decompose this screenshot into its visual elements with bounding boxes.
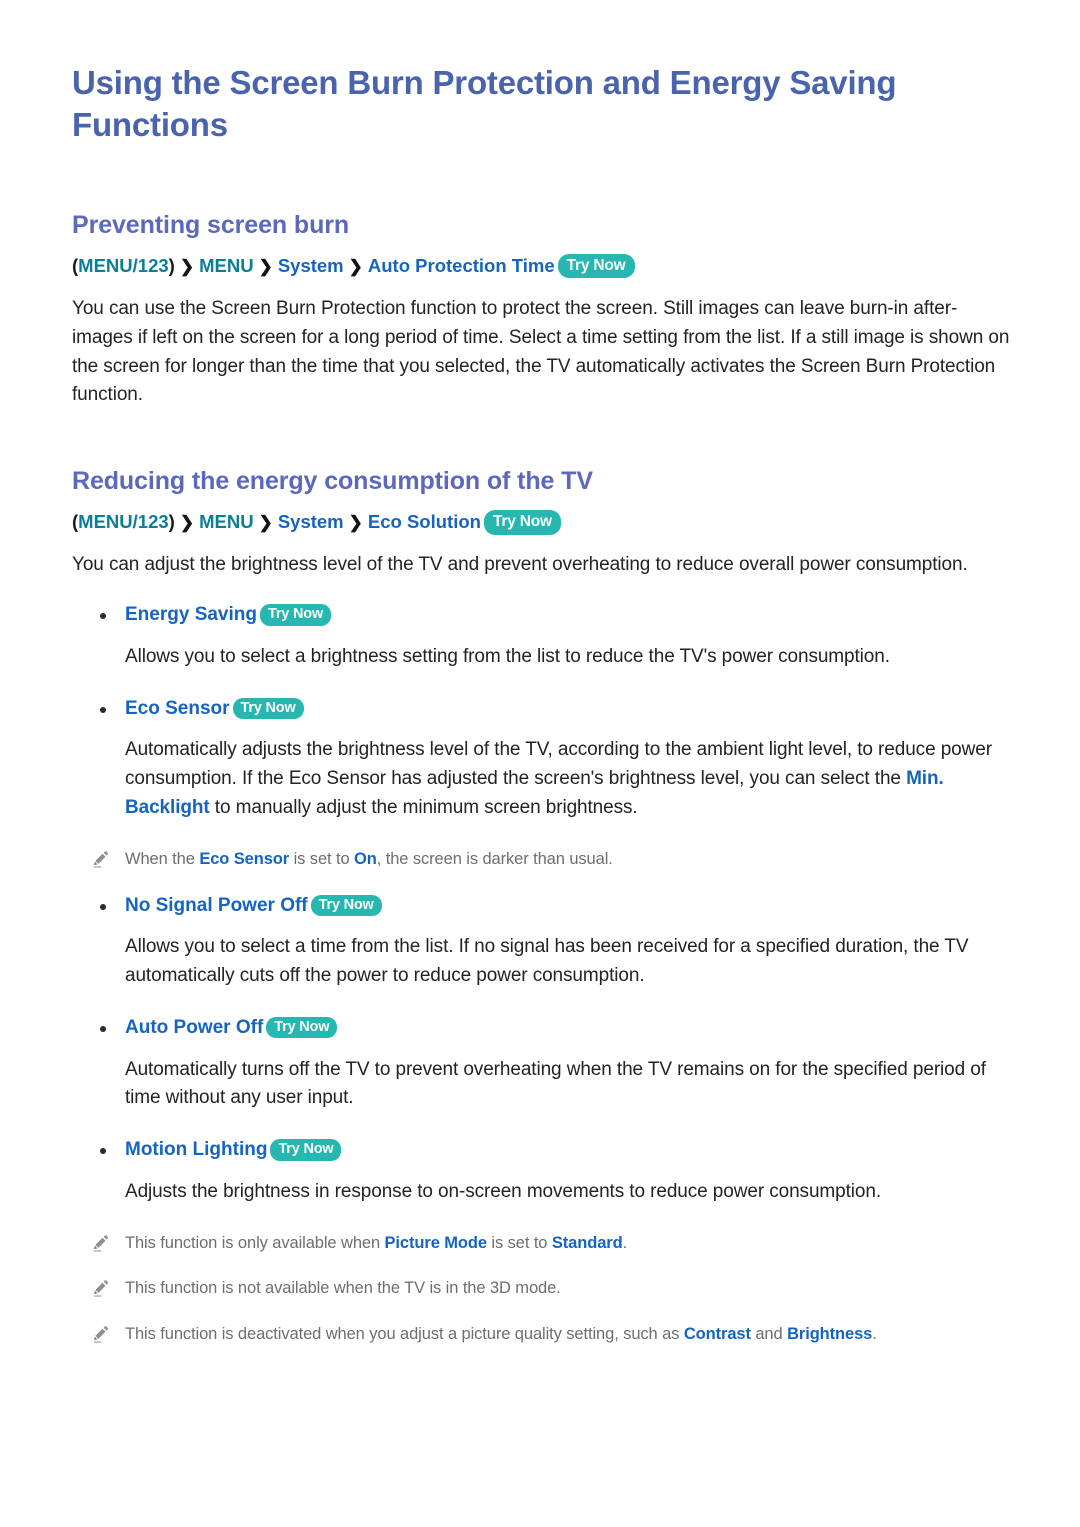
breadcrumb-separator-icon: ❯ bbox=[258, 513, 273, 533]
try-now-badge[interactable]: Try Now bbox=[270, 1139, 342, 1161]
inline-link[interactable]: On bbox=[354, 850, 377, 868]
breadcrumb-target[interactable]: Eco Solution bbox=[368, 511, 481, 532]
try-now-badge[interactable]: Try Now bbox=[483, 510, 561, 535]
text-run: to manually adjust the minimum screen br… bbox=[209, 796, 638, 818]
note-group: This function is only available when Pic… bbox=[72, 1231, 1018, 1347]
note: This function is not available when the … bbox=[72, 1276, 1018, 1301]
list-item: Motion Lighting Try Now Adjusts the bright… bbox=[72, 1137, 1018, 1347]
text-run: . bbox=[872, 1325, 877, 1344]
list-item: Eco Sensor Try Now Automatically adjusts t… bbox=[72, 696, 1018, 872]
feature-label[interactable]: Motion Lighting bbox=[125, 1139, 267, 1160]
try-now-badge[interactable]: Try Now bbox=[310, 894, 382, 917]
list-item: Auto Power Off Try Now Automatically turns… bbox=[72, 1015, 1018, 1113]
text-run: This function is not available when the … bbox=[125, 1279, 561, 1298]
feature-name[interactable]: Motion Lighting Try Now bbox=[72, 1137, 1018, 1164]
inline-link[interactable]: Eco Sensor bbox=[199, 850, 289, 868]
section-heading: Preventing screen burn bbox=[72, 210, 350, 239]
bullet-dot-icon bbox=[100, 1025, 106, 1032]
text-run: , the screen is darker than usual. bbox=[376, 849, 613, 868]
note: This function is deactivated when you ad… bbox=[72, 1322, 1018, 1347]
feature-name[interactable]: No Signal Power Off Try Now bbox=[72, 893, 1018, 920]
text-run: is set to bbox=[289, 849, 355, 868]
text-run: and bbox=[750, 1325, 788, 1344]
bullet-dot-icon bbox=[100, 706, 106, 713]
bullet-dot-icon bbox=[100, 903, 106, 910]
feature-name[interactable]: Eco Sensor Try Now bbox=[72, 696, 1018, 723]
section-paragraph: You can use the Screen Burn Protection f… bbox=[72, 297, 1010, 406]
feature-name[interactable]: Energy Saving Try Now bbox=[72, 602, 1018, 629]
text-run: . bbox=[622, 1233, 628, 1252]
feature-description: Adjusts the brightness in response to on… bbox=[72, 1178, 1018, 1207]
breadcrumb-item-menu[interactable]: MENU bbox=[199, 511, 253, 532]
feature-label[interactable]: Auto Power Off bbox=[125, 1017, 263, 1038]
breadcrumb-close-paren: ) bbox=[168, 254, 175, 276]
text-run: Automatically turns off the TV to preven… bbox=[125, 1058, 986, 1109]
inline-link[interactable]: Standard bbox=[552, 1234, 623, 1252]
feature-description: Automatically turns off the TV to preven… bbox=[72, 1056, 1018, 1114]
feature-label[interactable]: No Signal Power Off bbox=[125, 895, 308, 916]
text-run: is set to bbox=[486, 1233, 552, 1252]
breadcrumb-separator-icon: ❯ bbox=[258, 256, 273, 276]
try-now-badge[interactable]: Try Now bbox=[260, 604, 331, 626]
text-run: Automatically adjusts the brightness lev… bbox=[125, 739, 992, 790]
breadcrumb-separator-icon: ❯ bbox=[348, 256, 363, 276]
feature-description: Allows you to select a brightness settin… bbox=[72, 643, 1018, 672]
pencil-icon bbox=[92, 849, 112, 869]
pencil-icon bbox=[92, 1324, 112, 1344]
pencil-icon bbox=[92, 1278, 112, 1298]
bullet-dot-icon bbox=[100, 1148, 106, 1155]
breadcrumb-item-system[interactable]: System bbox=[278, 511, 344, 532]
breadcrumb: (MENU/123) ❯ MENU ❯ System ❯ Eco Solution Try N… bbox=[72, 510, 1018, 535]
list-item: No Signal Power Off Try Now Allows you to … bbox=[72, 893, 1018, 991]
inline-link[interactable]: Contrast bbox=[684, 1325, 751, 1343]
inline-link[interactable]: Brightness bbox=[787, 1325, 872, 1343]
feature-name[interactable]: Auto Power Off Try Now bbox=[72, 1015, 1018, 1042]
list-item: Energy Saving Try Now Allows you to select… bbox=[72, 602, 1018, 671]
feature-description: Automatically adjusts the brightness lev… bbox=[72, 736, 1018, 823]
text-run: This function is deactivated when you ad… bbox=[125, 1325, 684, 1344]
text-run: Adjusts the brightness in response to on… bbox=[125, 1180, 882, 1202]
breadcrumb-target[interactable]: Auto Protection Time bbox=[368, 255, 555, 276]
section-reducing-energy-consumption: Reducing the energy consumption of the T… bbox=[72, 466, 1018, 1347]
page-title: Using the Screen Burn Protection and Ene… bbox=[72, 64, 897, 143]
section-preventing-screen-burn: Preventing screen burn (MENU/123) ❯ MENU ❯ S… bbox=[72, 210, 1018, 410]
breadcrumb-separator-icon: ❯ bbox=[179, 256, 195, 276]
text-run: Allows you to select a time from the lis… bbox=[125, 936, 969, 987]
pencil-icon bbox=[92, 1233, 112, 1253]
section-paragraph: You can adjust the brightness level of t… bbox=[72, 554, 968, 576]
document-page: Using the Screen Burn Protection and Ene… bbox=[0, 0, 1080, 1527]
breadcrumb-item-menu[interactable]: MENU bbox=[199, 255, 253, 276]
try-now-badge[interactable]: Try Now bbox=[557, 253, 635, 279]
breadcrumb-item-system[interactable]: System bbox=[278, 255, 344, 276]
feature-description: Allows you to select a time from the lis… bbox=[72, 933, 1018, 991]
breadcrumb-root[interactable]: MENU/123 bbox=[78, 511, 168, 532]
breadcrumb-root[interactable]: MENU/123 bbox=[78, 255, 168, 276]
text-run: When the bbox=[125, 849, 200, 868]
try-now-badge[interactable]: Try Now bbox=[232, 697, 304, 720]
note: When the Eco Sensor is set to On, the sc… bbox=[72, 847, 1018, 872]
section-heading: Reducing the energy consumption of the T… bbox=[72, 467, 593, 496]
bullet-dot-icon bbox=[100, 613, 106, 620]
breadcrumb-close-paren: ) bbox=[168, 511, 175, 533]
breadcrumb: (MENU/123) ❯ MENU ❯ System ❯ Auto Protection T… bbox=[72, 253, 1018, 279]
try-now-badge[interactable]: Try Now bbox=[266, 1016, 338, 1039]
note: This function is only available when Pic… bbox=[72, 1231, 1018, 1256]
feature-list: Energy Saving Try Now Allows you to select… bbox=[72, 602, 1018, 1347]
feature-label[interactable]: Eco Sensor bbox=[125, 698, 230, 719]
breadcrumb-separator-icon: ❯ bbox=[348, 513, 363, 533]
breadcrumb-separator-icon: ❯ bbox=[179, 513, 195, 533]
text-run: Allows you to select a brightness settin… bbox=[125, 645, 890, 667]
text-run: This function is only available when bbox=[125, 1233, 385, 1252]
inline-link[interactable]: Picture Mode bbox=[385, 1234, 488, 1252]
note-group: When the Eco Sensor is set to On, the sc… bbox=[72, 847, 1018, 872]
feature-label[interactable]: Energy Saving bbox=[125, 604, 257, 625]
